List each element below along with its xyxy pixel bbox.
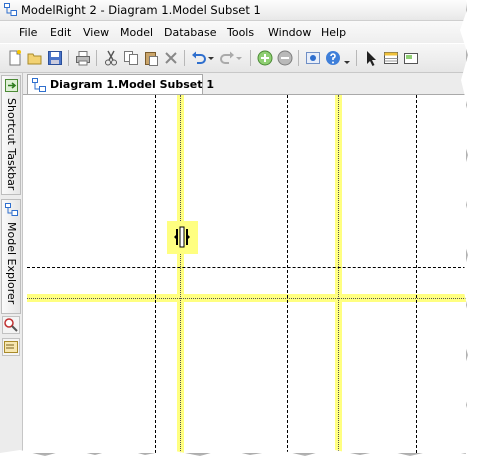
undo-dropdown-icon[interactable] xyxy=(206,49,216,67)
side-search-button[interactable] xyxy=(2,316,20,334)
tab-shortcut-taskbar[interactable]: Shortcut Taskbar xyxy=(1,75,21,195)
diagram-icon[interactable] xyxy=(402,49,420,67)
copy-icon[interactable] xyxy=(122,49,140,67)
page-break-line-vertical xyxy=(416,95,417,453)
document-tab-label: Diagram 1.Model Subset 1 xyxy=(50,78,214,91)
diagram-tab-icon xyxy=(32,78,46,92)
properties-icon[interactable] xyxy=(304,49,322,67)
application-window: ModelRight 2 - Diagram 1.Model Subset 1 … xyxy=(0,0,466,453)
window-title: ModelRight 2 - Diagram 1.Model Subset 1 xyxy=(21,3,261,17)
properties-panel-icon xyxy=(4,341,18,353)
tab-model-explorer-label: Model Explorer xyxy=(5,222,18,305)
page-break-line-vertical xyxy=(155,95,156,453)
page-break-line-vertical xyxy=(287,95,288,453)
delete-icon[interactable] xyxy=(162,49,180,67)
pointer-icon[interactable] xyxy=(362,49,380,67)
menu-model[interactable]: Model xyxy=(120,26,153,39)
menu-bar: File Edit View Model Database Tools Wind… xyxy=(0,21,466,43)
save-icon[interactable] xyxy=(46,49,64,67)
redo-dropdown-icon[interactable] xyxy=(234,49,244,67)
shortcut-arrow-icon xyxy=(5,79,18,92)
help-icon[interactable] xyxy=(324,49,342,67)
zoom-in-icon[interactable] xyxy=(256,49,274,67)
table-icon[interactable] xyxy=(382,49,400,67)
menu-window[interactable]: Window xyxy=(268,26,311,39)
toolbar-separator xyxy=(184,50,185,66)
tab-model-explorer[interactable]: Model Explorer xyxy=(1,199,21,314)
print-icon[interactable] xyxy=(74,49,92,67)
left-side-panel: Shortcut Taskbar Model Explorer xyxy=(0,73,23,453)
document-tab-strip: Diagram 1.Model Subset 1 xyxy=(23,73,466,95)
menu-tools[interactable]: Tools xyxy=(227,26,254,39)
menu-edit[interactable]: Edit xyxy=(50,26,71,39)
help-dropdown-icon[interactable] xyxy=(342,49,352,67)
app-icon xyxy=(4,3,17,16)
menu-help[interactable]: Help xyxy=(321,26,346,39)
menu-view[interactable]: View xyxy=(83,26,109,39)
toolbar-separator xyxy=(250,50,251,66)
title-bar[interactable]: ModelRight 2 - Diagram 1.Model Subset 1 xyxy=(0,0,466,21)
paste-icon[interactable] xyxy=(142,49,160,67)
toolbar-separator xyxy=(96,50,97,66)
zoom-out-icon[interactable] xyxy=(276,49,294,67)
side-properties-button[interactable] xyxy=(2,338,20,356)
diagram-canvas[interactable] xyxy=(27,95,466,453)
search-icon xyxy=(4,318,18,332)
menu-database[interactable]: Database xyxy=(164,26,217,39)
tab-diagram-1[interactable]: Diagram 1.Model Subset 1 xyxy=(27,74,214,94)
toolbar-separator xyxy=(298,50,299,66)
cut-icon[interactable] xyxy=(102,49,120,67)
print-margin-line xyxy=(27,298,466,299)
menu-file[interactable]: File xyxy=(19,26,37,39)
resize-cursor-icon xyxy=(174,226,190,248)
toolbar xyxy=(0,44,466,73)
new-icon[interactable] xyxy=(6,49,24,67)
model-explorer-icon xyxy=(5,203,18,216)
print-margin-line xyxy=(180,95,181,453)
open-icon[interactable] xyxy=(26,49,44,67)
page-break-line-horizontal xyxy=(27,267,466,268)
toolbar-separator xyxy=(68,50,69,66)
toolbar-separator xyxy=(356,50,357,66)
print-margin-line xyxy=(338,95,339,453)
tab-shortcut-taskbar-label: Shortcut Taskbar xyxy=(5,98,18,191)
